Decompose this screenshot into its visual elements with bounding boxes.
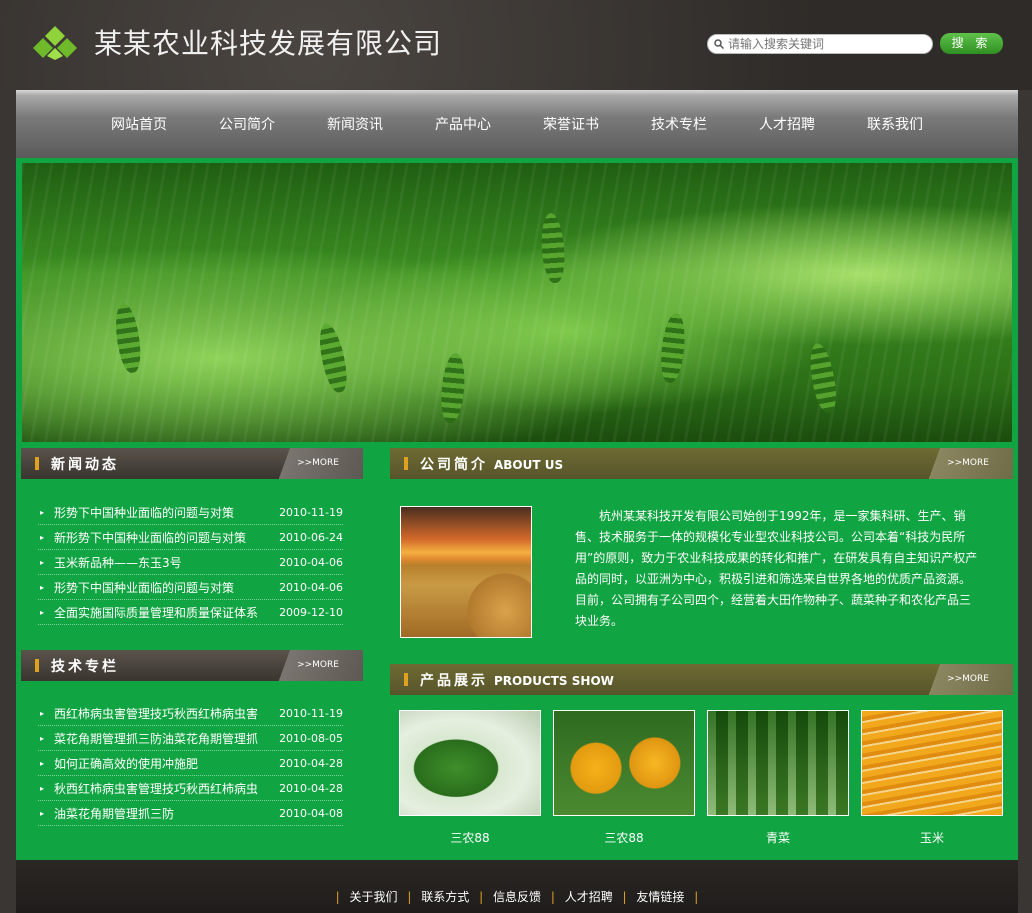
product-card[interactable]: 三农88: [553, 710, 695, 846]
banner-image: [22, 163, 1012, 442]
search-button[interactable]: 搜 索: [940, 33, 1003, 54]
product-image[interactable]: [861, 710, 1003, 816]
list-item[interactable]: ▸ 如何正确高效的使用冲施肥 2010-04-28: [38, 751, 343, 776]
products-title-cn: 产品展示: [420, 673, 488, 689]
wheat-ear: [438, 352, 468, 424]
product-caption[interactable]: 青菜: [707, 829, 849, 846]
nav-about[interactable]: 公司简介: [219, 114, 275, 134]
products-more-button[interactable]: >>MORE: [923, 664, 1013, 695]
list-item[interactable]: ▸ 秋西红柿病虫害管理技巧秋西红柿病虫 2010-04-28: [38, 776, 343, 801]
products-title: 产品展示 PRODUCTS SHOW: [420, 670, 614, 690]
list-item[interactable]: ▸ 全面实施国际质量管理和质量保证体系 2009-12-10: [38, 600, 343, 625]
tech-list: ▸ 西红柿病虫害管理技巧秋西红柿病虫害 2010-11-19 ▸ 菜花角期管理抓三防油…: [38, 701, 343, 826]
section-mark: [404, 457, 408, 470]
logo-diamond-icon: [33, 26, 77, 60]
section-mark: [35, 457, 39, 470]
section-mark: [404, 673, 408, 686]
bullet-icon: ▸: [40, 608, 45, 617]
footer-links: | 关于我们 | 联系方式 | 信息反馈 | 人才招聘 | 友情链接 |: [16, 888, 1018, 905]
bullet-icon: ▸: [40, 508, 45, 517]
product-card[interactable]: 青菜: [707, 710, 849, 846]
bullet-icon: ▸: [40, 533, 45, 542]
separator: |: [479, 890, 484, 904]
wheat-ear: [806, 341, 840, 415]
bullet-icon: ▸: [40, 784, 45, 793]
site-title: 某某农业科技发展有限公司: [94, 27, 443, 60]
section-mark: [35, 659, 39, 672]
bullet-icon: ▸: [40, 759, 45, 768]
footer-link-feedback[interactable]: 信息反馈: [493, 890, 541, 904]
footer: | 关于我们 | 联系方式 | 信息反馈 | 人才招聘 | 友情链接 |: [16, 860, 1018, 913]
wheat-ear: [539, 212, 567, 284]
about-title-cn: 公司简介: [420, 457, 488, 473]
about-more-button[interactable]: >>MORE: [923, 448, 1013, 479]
about-header: 公司简介 ABOUT US >>MORE: [390, 448, 1013, 479]
bullet-icon: ▸: [40, 709, 45, 718]
separator: |: [694, 890, 699, 904]
products-title-en: PRODUCTS SHOW: [494, 674, 614, 688]
bullet-icon: ▸: [40, 583, 45, 592]
separator: |: [407, 890, 412, 904]
wheat-ear: [112, 301, 144, 375]
product-card[interactable]: 玉米: [861, 710, 1003, 846]
nav-tech[interactable]: 技术专栏: [651, 114, 707, 134]
product-caption[interactable]: 玉米: [861, 829, 1003, 846]
footer-link-jobs[interactable]: 人才招聘: [565, 890, 613, 904]
bullet-icon: ▸: [40, 734, 45, 743]
search-box[interactable]: [707, 34, 933, 54]
product-caption[interactable]: 三农88: [399, 829, 541, 846]
footer-link-friends[interactable]: 友情链接: [636, 890, 684, 904]
product-image[interactable]: [399, 710, 541, 816]
search-input[interactable]: [724, 37, 918, 51]
nav-honors[interactable]: 荣誉证书: [543, 114, 599, 134]
wheat-ear: [658, 312, 688, 384]
products-header: 产品展示 PRODUCTS SHOW >>MORE: [390, 664, 1013, 695]
list-item[interactable]: ▸ 形势下中国种业面临的问题与对策 2010-11-19: [38, 500, 343, 525]
product-image[interactable]: [553, 710, 695, 816]
about-title-en: ABOUT US: [494, 458, 564, 472]
list-item[interactable]: ▸ 油菜花角期管理抓三防 2010-04-08: [38, 801, 343, 826]
tech-more-button[interactable]: >>MORE: [273, 650, 363, 681]
news-header: 新闻动态 >>MORE: [21, 448, 363, 479]
main-nav: 网站首页 公司简介 新闻资讯 产品中心 荣誉证书 技术专栏 人才招聘 联系我们: [16, 90, 1018, 158]
list-item[interactable]: ▸ 西红柿病虫害管理技巧秋西红柿病虫害 2010-11-19: [38, 701, 343, 726]
nav-jobs[interactable]: 人才招聘: [759, 114, 815, 134]
separator: |: [335, 890, 340, 904]
bullet-icon: ▸: [40, 809, 45, 818]
header: 某某农业科技发展有限公司 搜 索: [0, 0, 1032, 90]
search-icon: [714, 39, 724, 49]
news-more-button[interactable]: >>MORE: [273, 448, 363, 479]
product-image[interactable]: [707, 710, 849, 816]
product-caption[interactable]: 三农88: [553, 829, 695, 846]
tech-title: 技术专栏: [51, 659, 119, 675]
list-item[interactable]: ▸ 菜花角期管理抓三防油菜花角期管理抓 2010-08-05: [38, 726, 343, 751]
wheat-ear: [314, 321, 352, 395]
separator: |: [550, 890, 555, 904]
nav-news[interactable]: 新闻资讯: [327, 114, 383, 134]
news-list: ▸ 形势下中国种业面临的问题与对策 2010-11-19 ▸ 新形势下中国种业面临的问…: [38, 500, 343, 625]
list-item[interactable]: ▸ 新形势下中国种业面临的问题与对策 2010-06-24: [38, 525, 343, 550]
separator: |: [622, 890, 627, 904]
about-title: 公司简介 ABOUT US: [420, 454, 563, 474]
footer-link-about[interactable]: 关于我们: [350, 890, 398, 904]
about-image: [400, 506, 532, 638]
about-text: 杭州某某科技开发有限公司始创于1992年，是一家集科研、生产、销售、技术服务于一…: [575, 509, 978, 628]
nav-contact[interactable]: 联系我们: [867, 114, 923, 134]
tech-header: 技术专栏 >>MORE: [21, 650, 363, 681]
product-card[interactable]: 三农88: [399, 710, 541, 846]
bullet-icon: ▸: [40, 558, 45, 567]
nav-home[interactable]: 网站首页: [111, 114, 167, 134]
list-item[interactable]: ▸ 形势下中国种业面临的问题与对策 2010-04-06: [38, 575, 343, 600]
nav-products[interactable]: 产品中心: [435, 114, 491, 134]
footer-link-contact[interactable]: 联系方式: [421, 890, 469, 904]
news-title: 新闻动态: [51, 457, 119, 473]
list-item[interactable]: ▸ 玉米新品种——东玉3号 2010-04-06: [38, 550, 343, 575]
